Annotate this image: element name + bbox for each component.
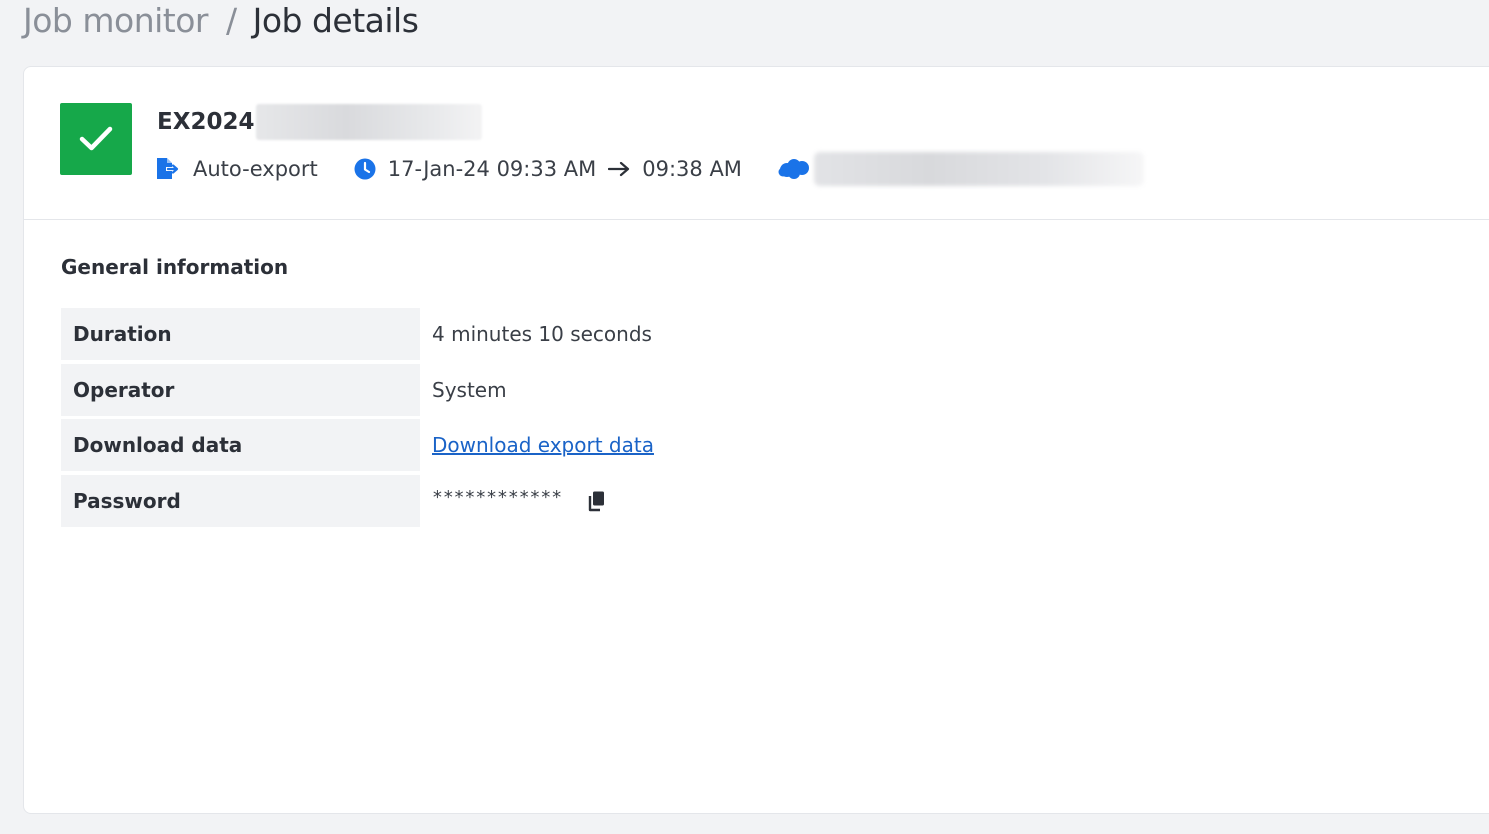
operator-value: System: [432, 377, 507, 402]
breadcrumb-separator: /: [225, 0, 237, 40]
duration-label: Duration: [61, 308, 420, 360]
job-header: EX2024 Auto-export 17-Jan-24 09:33 AM 09…: [24, 67, 1489, 220]
job-type: Auto-export: [155, 157, 318, 181]
redacted-job-name: [256, 104, 483, 140]
page-title: Job details: [252, 0, 419, 40]
job-name-text: EX2024: [157, 109, 255, 135]
password-value: ************: [432, 487, 563, 508]
duration-value: 4 minutes 10 seconds: [432, 322, 652, 346]
redacted-org-name: [813, 152, 1144, 186]
checkmark-icon: [79, 126, 113, 151]
general-information-table: Duration 4 minutes 10 seconds Operator S…: [61, 308, 961, 530]
operator-label: Operator: [61, 363, 420, 416]
status-success-badge: [60, 103, 132, 175]
copy-icon: [588, 491, 605, 511]
breadcrumb: Job monitor / Job details: [23, 0, 419, 44]
file-export-icon: [157, 158, 179, 179]
job-type-label: Auto-export: [193, 157, 318, 181]
arrow-right-icon: [608, 161, 630, 177]
copy-password-button[interactable]: [584, 489, 608, 513]
end-time: 09:38 AM: [642, 157, 742, 181]
download-data-cell: Download export data: [420, 419, 654, 471]
info-row-operator: Operator System: [61, 363, 961, 416]
download-export-data-link[interactable]: Download export data: [432, 433, 654, 457]
clock-icon: [354, 158, 376, 180]
info-row-duration: Duration 4 minutes 10 seconds: [61, 308, 961, 360]
job-name: EX2024: [157, 104, 483, 140]
org-connection: [778, 152, 1144, 186]
breadcrumb-job-monitor[interactable]: Job monitor: [23, 1, 208, 40]
password-cell: ************: [420, 475, 608, 527]
start-time: 17-Jan-24 09:33 AM: [387, 157, 597, 181]
password-label: Password: [61, 474, 420, 527]
job-meta-row: Auto-export 17-Jan-24 09:33 AM 09:38 AM: [155, 151, 1144, 187]
salesforce-cloud-icon: [778, 159, 809, 179]
general-information-heading: General information: [61, 255, 289, 279]
info-row-download: Download data Download export data: [61, 419, 961, 471]
download-data-label: Download data: [61, 419, 420, 471]
job-details-card: EX2024 Auto-export 17-Jan-24 09:33 AM 09…: [23, 66, 1489, 814]
job-time-range: 17-Jan-24 09:33 AM 09:38 AM: [354, 157, 742, 181]
info-row-password: Password ************: [61, 474, 961, 527]
